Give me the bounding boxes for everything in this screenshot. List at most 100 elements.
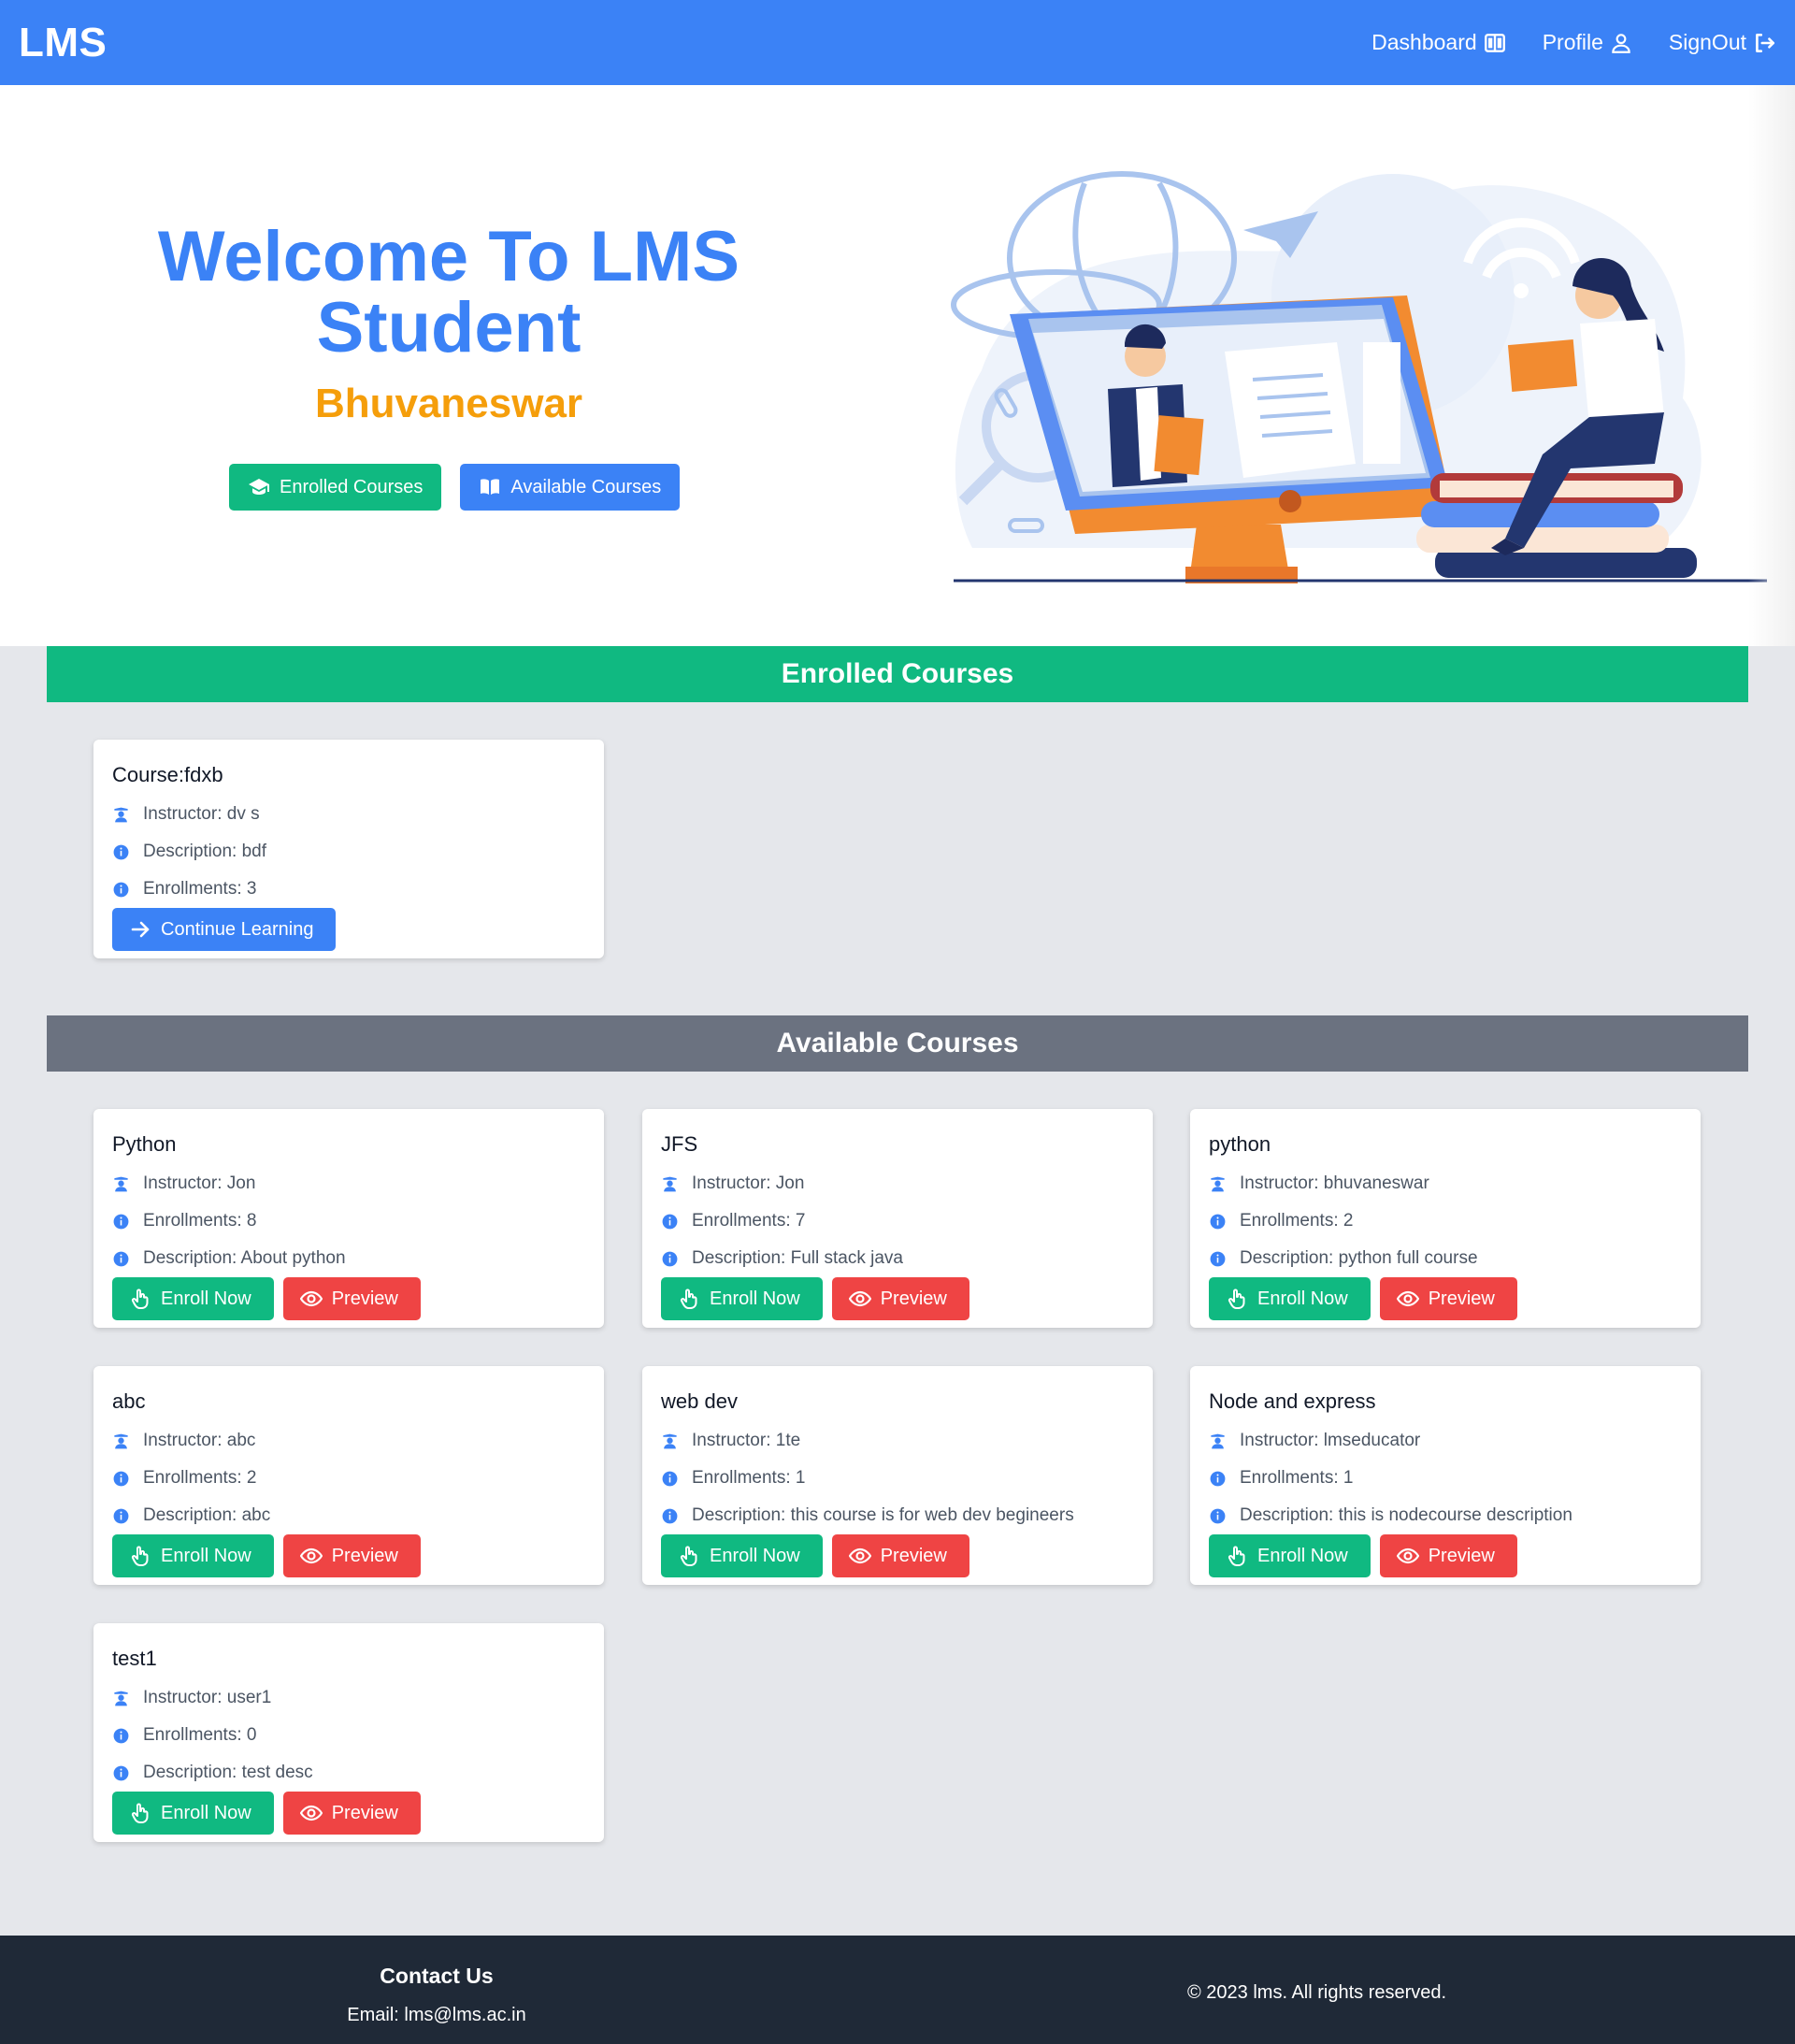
nav-signout-label: SignOut bbox=[1668, 30, 1746, 54]
preview-label: Preview bbox=[880, 1545, 947, 1566]
course-description-row: Description: this is nodecourse descript… bbox=[1209, 1497, 1682, 1534]
eye-icon bbox=[299, 1805, 323, 1821]
course-enrollments-row: Enrollments: 8 bbox=[112, 1202, 585, 1240]
preview-label: Preview bbox=[331, 1545, 398, 1566]
preview-button[interactable]: Preview bbox=[1379, 1277, 1517, 1320]
info-icon bbox=[113, 1765, 129, 1780]
card-actions: Enroll Now Preview bbox=[661, 1534, 1134, 1577]
course-instructor: Instructor: Jon bbox=[143, 1173, 256, 1193]
course-instructor-row: Instructor: bhuvaneswar bbox=[1209, 1165, 1682, 1202]
book-open-icon bbox=[481, 479, 500, 495]
enroll-now-button[interactable]: Enroll Now bbox=[112, 1792, 274, 1835]
nav-dashboard-label: Dashboard bbox=[1371, 30, 1477, 54]
preview-label: Preview bbox=[880, 1288, 947, 1309]
course-title: Course:fdxb bbox=[112, 763, 223, 786]
nav-dashboard-link[interactable]: Dashboard bbox=[1371, 30, 1507, 55]
nav-profile-link[interactable]: Profile bbox=[1543, 30, 1633, 55]
nav-profile-label: Profile bbox=[1542, 30, 1603, 54]
course-enrollments: Enrollments: 1 bbox=[1240, 1468, 1354, 1488]
enroll-now-button[interactable]: Enroll Now bbox=[112, 1277, 274, 1320]
info-icon bbox=[662, 1251, 678, 1266]
info-icon bbox=[113, 1251, 129, 1266]
course-title: JFS bbox=[661, 1132, 698, 1156]
course-enrollments: Enrollments: 2 bbox=[143, 1468, 257, 1488]
hero-edge-shadow bbox=[1748, 85, 1795, 646]
course-description-row: Description: Full stack java bbox=[661, 1240, 1134, 1277]
eye-icon bbox=[848, 1290, 871, 1307]
available-courses-button[interactable]: Available Courses bbox=[460, 464, 681, 511]
enroll-now-button[interactable]: Enroll Now bbox=[1209, 1277, 1371, 1320]
info-icon bbox=[1210, 1471, 1226, 1486]
enroll-now-label: Enroll Now bbox=[161, 1545, 251, 1566]
preview-button[interactable]: Preview bbox=[831, 1277, 969, 1320]
hand-pointer-icon bbox=[680, 1288, 697, 1309]
course-description: Description: test desc bbox=[143, 1763, 313, 1782]
enroll-now-button[interactable]: Enroll Now bbox=[112, 1534, 274, 1577]
course-enrollments-row: Enrollments: 2 bbox=[1209, 1202, 1682, 1240]
enroll-now-label: Enroll Now bbox=[161, 1288, 251, 1309]
instructor-icon bbox=[663, 1176, 677, 1191]
card-actions: Enroll Now Preview bbox=[112, 1534, 585, 1577]
preview-button[interactable]: Preview bbox=[282, 1792, 421, 1835]
continue-learning-button[interactable]: Continue Learning bbox=[112, 908, 337, 951]
course-enrollments: Enrollments: 1 bbox=[692, 1468, 806, 1488]
enroll-now-button[interactable]: Enroll Now bbox=[1209, 1534, 1371, 1577]
welcome-title-line2: Student bbox=[316, 288, 582, 367]
enroll-now-label: Enroll Now bbox=[1257, 1545, 1348, 1566]
sign-out-icon bbox=[1756, 33, 1775, 52]
course-enrollments-row: Enrollments: 1 bbox=[1209, 1460, 1682, 1497]
instructor-icon bbox=[663, 1433, 677, 1448]
course-enrollments-row: Enrollments: 7 bbox=[661, 1202, 1134, 1240]
nav-signout-link[interactable]: SignOut bbox=[1669, 30, 1776, 55]
hand-pointer-icon bbox=[131, 1288, 149, 1309]
course-instructor: Instructor: 1te bbox=[692, 1431, 801, 1450]
preview-label: Preview bbox=[331, 1802, 398, 1823]
course-description-row: Description: test desc bbox=[112, 1754, 585, 1792]
course-instructor-row: Instructor: Jon bbox=[112, 1165, 585, 1202]
enroll-now-button[interactable]: Enroll Now bbox=[661, 1534, 823, 1577]
preview-label: Preview bbox=[331, 1288, 398, 1309]
card-actions: Enroll Now Preview bbox=[1209, 1277, 1682, 1320]
course-enrollments: Enrollments: 0 bbox=[143, 1725, 257, 1745]
course-description-row: Description: About python bbox=[112, 1240, 585, 1277]
course-instructor: Instructor: dv s bbox=[143, 804, 260, 824]
info-icon bbox=[1210, 1251, 1226, 1266]
enroll-now-button[interactable]: Enroll Now bbox=[661, 1277, 823, 1320]
course-enrollments-row: Enrollments: 3 bbox=[112, 871, 585, 908]
navbar: LMS Dashboard Profile SignOut bbox=[0, 0, 1795, 85]
enroll-now-label: Enroll Now bbox=[1257, 1288, 1348, 1309]
course-title: Node and express bbox=[1209, 1389, 1376, 1413]
preview-button[interactable]: Preview bbox=[282, 1277, 421, 1320]
course-instructor: Instructor: user1 bbox=[143, 1688, 272, 1707]
brand-logo[interactable]: LMS bbox=[19, 20, 107, 66]
info-icon bbox=[113, 882, 129, 897]
arrow-right-icon bbox=[131, 921, 150, 938]
course-instructor-row: Instructor: lmseducator bbox=[1209, 1422, 1682, 1460]
enroll-now-label: Enroll Now bbox=[710, 1545, 800, 1566]
available-course-card: Node and express Instructor: lmseducator… bbox=[1190, 1366, 1701, 1585]
hero-illustration bbox=[951, 171, 1767, 583]
continue-learning-label: Continue Learning bbox=[161, 918, 314, 940]
course-description: Description: About python bbox=[143, 1248, 346, 1268]
info-icon bbox=[113, 1214, 129, 1229]
hero-buttons: Enrolled Courses Available Courses bbox=[229, 464, 681, 511]
preview-button[interactable]: Preview bbox=[1379, 1534, 1517, 1577]
footer: Contact Us Email: lms@lms.ac.in © 2023 l… bbox=[0, 1936, 1795, 2044]
course-description-row: Description: bdf bbox=[112, 833, 585, 871]
instructor-icon bbox=[1211, 1176, 1225, 1191]
course-title: test1 bbox=[112, 1647, 157, 1670]
course-instructor: Instructor: Jon bbox=[692, 1173, 805, 1193]
course-enrollments-row: Enrollments: 1 bbox=[661, 1460, 1134, 1497]
course-enrollments: Enrollments: 2 bbox=[1240, 1211, 1354, 1231]
preview-label: Preview bbox=[1428, 1288, 1495, 1309]
contact-email[interactable]: Email: lms@lms.ac.in bbox=[0, 2005, 873, 2026]
eye-icon bbox=[1396, 1290, 1419, 1307]
course-title: web dev bbox=[661, 1389, 738, 1413]
preview-button[interactable]: Preview bbox=[831, 1534, 969, 1577]
enrolled-courses-header: Enrolled Courses bbox=[47, 646, 1748, 702]
card-actions: Enroll Now Preview bbox=[1209, 1534, 1682, 1577]
preview-button[interactable]: Preview bbox=[282, 1534, 421, 1577]
course-instructor-row: Instructor: Jon bbox=[661, 1165, 1134, 1202]
available-course-card: JFS Instructor: Jon Enrollments: 7 Descr… bbox=[642, 1109, 1153, 1328]
enrolled-courses-button[interactable]: Enrolled Courses bbox=[229, 464, 442, 511]
